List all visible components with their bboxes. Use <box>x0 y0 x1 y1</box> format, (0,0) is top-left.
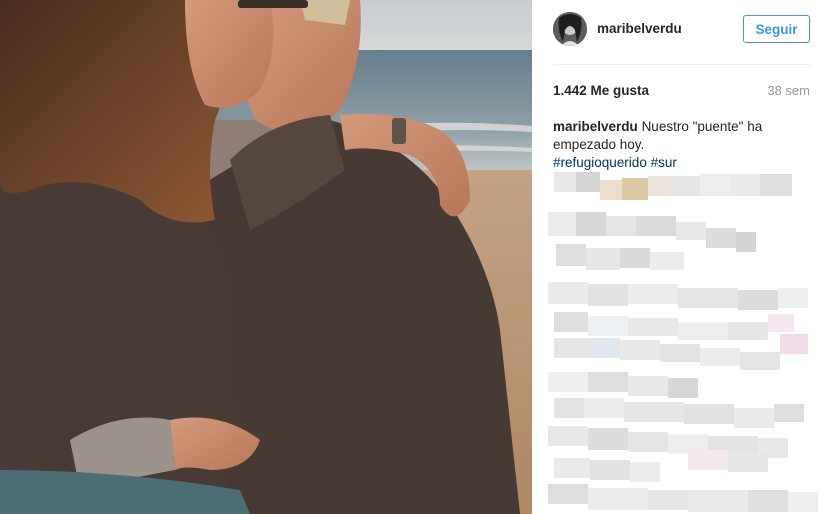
blurred-comments <box>548 172 823 514</box>
follow-button[interactable]: Seguir <box>743 15 810 43</box>
divider <box>553 64 811 65</box>
post-photo[interactable] <box>0 0 532 514</box>
caption-username[interactable]: maribelverdu <box>553 119 638 134</box>
post-photo-image <box>0 0 532 514</box>
post-time[interactable]: 38 sem <box>767 83 810 98</box>
post-sidebar: maribelverdu Seguir 1.442 Me gusta 38 se… <box>532 0 823 514</box>
avatar[interactable] <box>553 12 587 46</box>
likes-count[interactable]: 1.442 Me gusta <box>553 83 649 98</box>
hashtag-link[interactable]: #sur <box>651 155 677 170</box>
profile-photo-icon <box>553 12 587 46</box>
post-header: maribelverdu Seguir <box>532 0 823 60</box>
pixelated-comments-image <box>548 172 818 512</box>
hashtag-link[interactable]: #refugioquerido <box>553 155 647 170</box>
username-link[interactable]: maribelverdu <box>597 21 682 36</box>
post-caption: maribelverdu Nuestro "puente" ha empezad… <box>553 118 778 172</box>
